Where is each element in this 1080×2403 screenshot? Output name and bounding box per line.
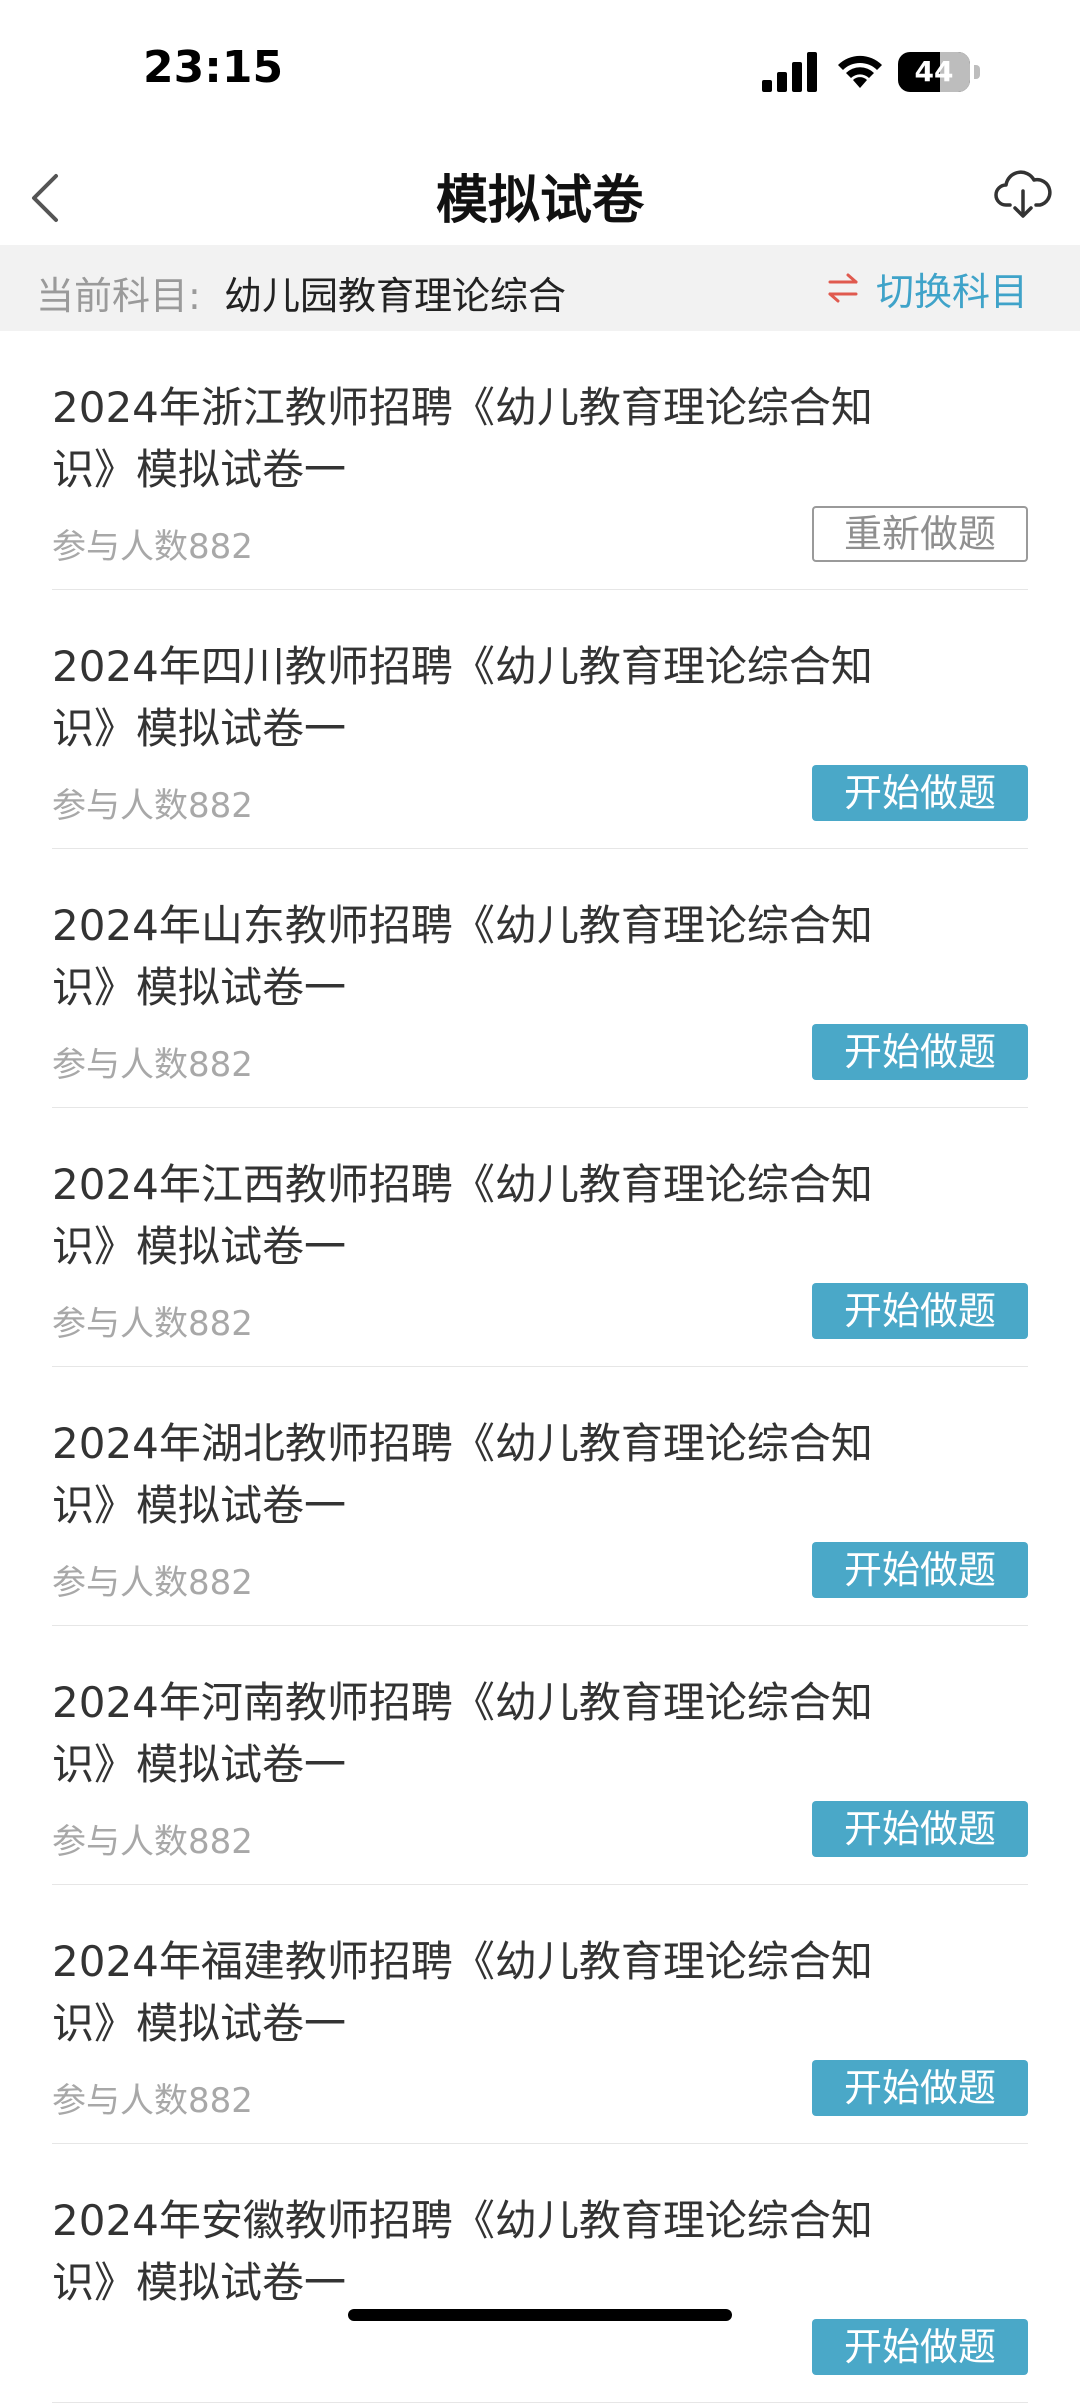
start-button[interactable]: 开始做题: [812, 2060, 1028, 2116]
start-button[interactable]: 开始做题: [812, 2319, 1028, 2375]
paper-title: 2024年江西教师招聘《幼儿教育理论综合知识》模拟试卷一: [52, 1160, 873, 1271]
swap-arrows-icon: [828, 273, 858, 303]
paper-title: 2024年四川教师招聘《幼儿教育理论综合知识》模拟试卷一: [52, 642, 873, 753]
battery-tip: [974, 65, 980, 79]
start-button[interactable]: 开始做题: [812, 1801, 1028, 1857]
cellular-signal-icon: [762, 52, 817, 92]
participant-count: 参与人数882: [52, 527, 253, 567]
paper-title: 2024年河南教师招聘《幼儿教育理论综合知识》模拟试卷一: [52, 1678, 873, 1789]
participant-count: 参与人数882: [52, 786, 253, 826]
paper-title: 2024年安徽教师招聘《幼儿教育理论综合知识》模拟试卷一: [52, 2196, 873, 2307]
participant-count: 参与人数882: [52, 1563, 253, 1603]
switch-subject-button[interactable]: 切换科目: [826, 263, 1028, 314]
paper-list: 2024年浙江教师招聘《幼儿教育理论综合知识》模拟试卷一 参与人数882 重新做…: [0, 331, 1080, 2403]
switch-subject-label: 切换科目: [875, 269, 1028, 314]
paper-title: 2024年山东教师招聘《幼儿教育理论综合知识》模拟试卷一: [52, 901, 873, 1012]
battery-percent: 44: [914, 55, 954, 88]
list-item[interactable]: 2024年安徽教师招聘《幼儿教育理论综合知识》模拟试卷一 开始做题: [52, 2144, 1028, 2403]
nav-bar: 模拟试卷: [0, 140, 1080, 245]
participant-count: 参与人数882: [52, 1045, 253, 1085]
list-item[interactable]: 2024年河南教师招聘《幼儿教育理论综合知识》模拟试卷一 参与人数882 开始做…: [52, 1626, 1028, 1885]
start-button[interactable]: 开始做题: [812, 1283, 1028, 1339]
paper-title: 2024年福建教师招聘《幼儿教育理论综合知识》模拟试卷一: [52, 1937, 873, 2048]
list-item[interactable]: 2024年福建教师招聘《幼儿教育理论综合知识》模拟试卷一 参与人数882 开始做…: [52, 1885, 1028, 2144]
cloud-download-icon[interactable]: [994, 165, 1052, 223]
subject-value: 幼儿园教育理论综合: [224, 274, 567, 318]
subject-bar: 当前科目: 幼儿园教育理论综合 切换科目: [0, 245, 1080, 331]
paper-title: 2024年浙江教师招聘《幼儿教育理论综合知识》模拟试卷一: [52, 383, 873, 494]
subject-label: 当前科目:: [36, 274, 201, 318]
page-title: 模拟试卷: [435, 171, 644, 231]
list-item[interactable]: 2024年江西教师招聘《幼儿教育理论综合知识》模拟试卷一 参与人数882 开始做…: [52, 1108, 1028, 1367]
start-button[interactable]: 开始做题: [812, 1542, 1028, 1598]
status-bar: 23:15 44: [0, 0, 1080, 140]
paper-title: 2024年湖北教师招聘《幼儿教育理论综合知识》模拟试卷一: [52, 1419, 873, 1530]
list-item[interactable]: 2024年湖北教师招聘《幼儿教育理论综合知识》模拟试卷一 参与人数882 开始做…: [52, 1367, 1028, 1626]
list-item[interactable]: 2024年山东教师招聘《幼儿教育理论综合知识》模拟试卷一 参与人数882 开始做…: [52, 849, 1028, 1108]
start-button[interactable]: 开始做题: [812, 765, 1028, 821]
participant-count: 参与人数882: [52, 1822, 253, 1862]
list-item[interactable]: 2024年四川教师招聘《幼儿教育理论综合知识》模拟试卷一 参与人数882 开始做…: [52, 590, 1028, 849]
battery-icon: 44: [898, 52, 970, 92]
start-button[interactable]: 开始做题: [812, 1024, 1028, 1080]
wifi-icon: [838, 55, 882, 88]
participant-count: 参与人数882: [52, 1304, 253, 1344]
list-item[interactable]: 2024年浙江教师招聘《幼儿教育理论综合知识》模拟试卷一 参与人数882 重新做…: [52, 331, 1028, 590]
redo-button[interactable]: 重新做题: [812, 506, 1028, 562]
participant-count: 参与人数882: [52, 2081, 253, 2121]
status-time: 23:15: [143, 42, 284, 93]
home-indicator: [348, 2309, 732, 2321]
